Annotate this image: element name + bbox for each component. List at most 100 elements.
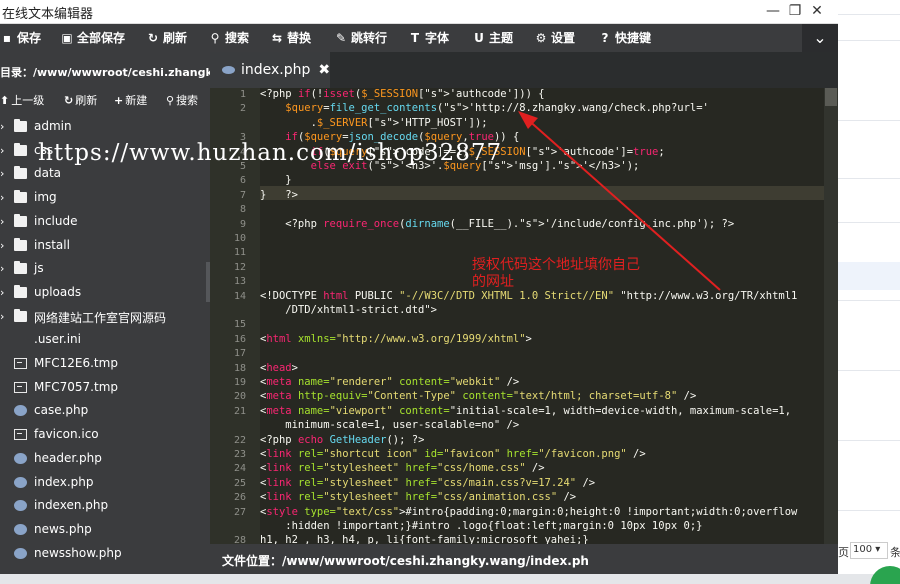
code-line: <meta name="renderer" content="webkit" /… <box>260 376 520 388</box>
tab-index-php[interactable]: index.php ✖ <box>210 52 330 88</box>
bg-highlight-row <box>838 262 900 290</box>
code-line: <link rel="shortcut icon" id="favicon" h… <box>260 448 646 460</box>
refresh-button[interactable]: ↻ 刷新 <box>146 24 187 52</box>
sidebar-item-mfc7057-tmp[interactable]: MFC7057.tmp <box>0 377 210 399</box>
replace-button[interactable]: ⇆ 替换 <box>270 24 311 52</box>
save-all-button[interactable]: ▣ 全部保存 <box>60 24 125 52</box>
pager-unit: 条 <box>890 546 900 559</box>
chevron-right-icon[interactable]: › <box>0 215 8 228</box>
maximize-icon[interactable]: ❐ <box>786 2 804 20</box>
editor-window: 在线文本编辑器 — ❐ ✕ ▪ 保存 ▣ 全部保存 ↻ 刷新 ⚲ 搜索 ⇆ 替换 ✎ 跳转行… <box>0 0 838 574</box>
sidebar-item-js[interactable]: › js <box>0 258 210 280</box>
theme-label: 主题 <box>489 31 514 45</box>
up-arrow-icon: ⬆ <box>0 94 10 107</box>
watermark-text: https://www.huzhan.com/ishop32877 <box>38 140 503 166</box>
code-line: <link rel="stylesheet" href="css/main.cs… <box>260 476 596 489</box>
line-number: 10 <box>233 233 246 244</box>
code-line: <link rel="stylesheet" href="css/home.cs… <box>260 462 545 475</box>
search-button[interactable]: ⚲ 搜索 <box>208 24 249 52</box>
line-number: 16 <box>233 333 246 345</box>
search-icon: ⚲ <box>166 94 175 107</box>
toolbar: ▪ 保存 ▣ 全部保存 ↻ 刷新 ⚲ 搜索 ⇆ 替换 ✎ 跳转行 T 字体 U 主题 ⚙ 设置 ?… <box>0 24 838 52</box>
sidebar-item-index-php[interactable]: index.php <box>0 472 210 494</box>
chevron-right-icon[interactable]: › <box>0 191 8 204</box>
chevron-right-icon[interactable]: › <box>0 286 8 299</box>
sidebar-item-mfc12e6-tmp[interactable]: MFC12E6.tmp <box>0 353 210 375</box>
chevron-right-icon[interactable]: › <box>0 262 8 275</box>
line-number: 24 <box>233 463 246 475</box>
plus-icon: + <box>114 94 124 107</box>
shortcuts-button[interactable]: ? 快捷键 <box>598 24 652 52</box>
code-line: <style type="text/css">#intro{padding:0;… <box>260 505 798 518</box>
sidebar-item-case-php[interactable]: case.php <box>0 400 210 422</box>
line-number: 17 <box>233 348 246 360</box>
sidebar-item-user-ini[interactable]: .user.ini <box>0 329 210 351</box>
page-size-value: 100 <box>853 544 873 555</box>
settings-button[interactable]: ⚙ 设置 <box>534 24 575 52</box>
sidebar-item-label: img <box>34 190 57 205</box>
code-line: .$_SERVER["s">'HTTP_HOST']); <box>260 116 488 129</box>
minimize-icon[interactable]: — <box>764 2 782 20</box>
gear-icon: ⚙ <box>535 31 547 45</box>
bg-divider <box>838 222 900 223</box>
sidebar-item-include[interactable]: › include <box>0 211 210 233</box>
background-page <box>838 0 900 584</box>
goto-line-button[interactable]: ✎ 跳转行 <box>334 24 387 52</box>
sidebar-item-label: newsshow.php <box>34 545 122 560</box>
pager: 页 100 ▾ 条 <box>838 540 900 562</box>
chevron-right-icon[interactable]: › <box>0 310 8 323</box>
sidebar-search-button[interactable]: ⚲ 搜索 <box>166 92 198 108</box>
sidebar-item-header-php[interactable]: header.php <box>0 448 210 470</box>
up-level-label: 上一级 <box>11 94 45 107</box>
sidebar-refresh-button[interactable]: ↻ 刷新 <box>64 92 97 108</box>
code-line: <?php if(!isset($_SESSION["s">'authcode'… <box>260 88 545 100</box>
status-bar: 文件位置：/www/wwwroot/ceshi.zhangky.wang/ind… <box>210 544 838 574</box>
line-number: 13 <box>233 276 246 288</box>
php-file-icon <box>14 476 27 488</box>
new-button[interactable]: + 新建 <box>114 92 147 108</box>
title-bar: 在线文本编辑器 — ❐ ✕ <box>0 0 838 24</box>
font-button[interactable]: T 字体 <box>408 24 449 52</box>
sidebar-item-install[interactable]: › install <box>0 235 210 257</box>
sidebar-item-news-php[interactable]: news.php <box>0 519 210 541</box>
scrollbar-thumb[interactable] <box>825 88 837 106</box>
chevron-right-icon[interactable]: › <box>0 144 8 157</box>
tab-label: index.php <box>241 62 311 78</box>
font-icon: T <box>410 31 420 45</box>
page-size-select[interactable]: 100 ▾ <box>850 542 888 559</box>
line-number: 9 <box>239 218 246 230</box>
line-number: 1 <box>239 89 246 100</box>
sidebar-item-newsshow-php[interactable]: newsshow.php <box>0 543 210 565</box>
page-bottom-bar <box>0 574 900 584</box>
editor-scrollbar[interactable] <box>824 88 838 544</box>
php-file-icon <box>222 66 235 74</box>
sidebar-item-uploads[interactable]: › uploads <box>0 282 210 304</box>
php-file-icon <box>14 547 27 559</box>
up-level-button[interactable]: ⬆ 上一级 <box>0 92 44 108</box>
theme-button[interactable]: U 主题 <box>472 24 513 52</box>
save-button[interactable]: ▪ 保存 <box>0 24 41 52</box>
directory-path: 目录：/www/wwwroot/ceshi.zhangky.w... <box>0 66 210 79</box>
refresh-icon: ↻ <box>64 94 74 107</box>
sidebar-item-label: MFC12E6.tmp <box>34 356 118 370</box>
chevron-right-icon[interactable]: › <box>0 167 8 180</box>
sidebar-item-[interactable]: › 网络建站工作室官网源码 <box>0 306 210 328</box>
sidebar-item-data[interactable]: › data <box>0 163 210 185</box>
sidebar-item-label: data <box>34 166 62 181</box>
close-tab-icon[interactable]: ✖ <box>318 62 330 78</box>
line-number: 20 <box>233 391 246 403</box>
sidebar-item-favicon-ico[interactable]: favicon.ico <box>0 424 210 446</box>
close-icon[interactable]: ✕ <box>808 2 826 20</box>
line-number: 27 <box>233 506 246 518</box>
code-line: <meta http-equiv="Content-Type" content=… <box>260 390 697 403</box>
sidebar-item-admin[interactable]: › admin <box>0 116 210 138</box>
chevron-right-icon[interactable]: › <box>0 239 8 252</box>
sidebar-item-label: news.php <box>34 521 92 536</box>
folder-icon <box>14 166 27 180</box>
chevron-right-icon[interactable]: › <box>0 120 8 133</box>
sidebar-item-img[interactable]: › img <box>0 187 210 209</box>
replace-icon: ⇆ <box>271 31 283 45</box>
sidebar-item-indexen-php[interactable]: indexen.php <box>0 495 210 517</box>
php-file-icon <box>14 523 27 535</box>
chevron-down-icon[interactable]: ⌄ <box>802 24 838 52</box>
